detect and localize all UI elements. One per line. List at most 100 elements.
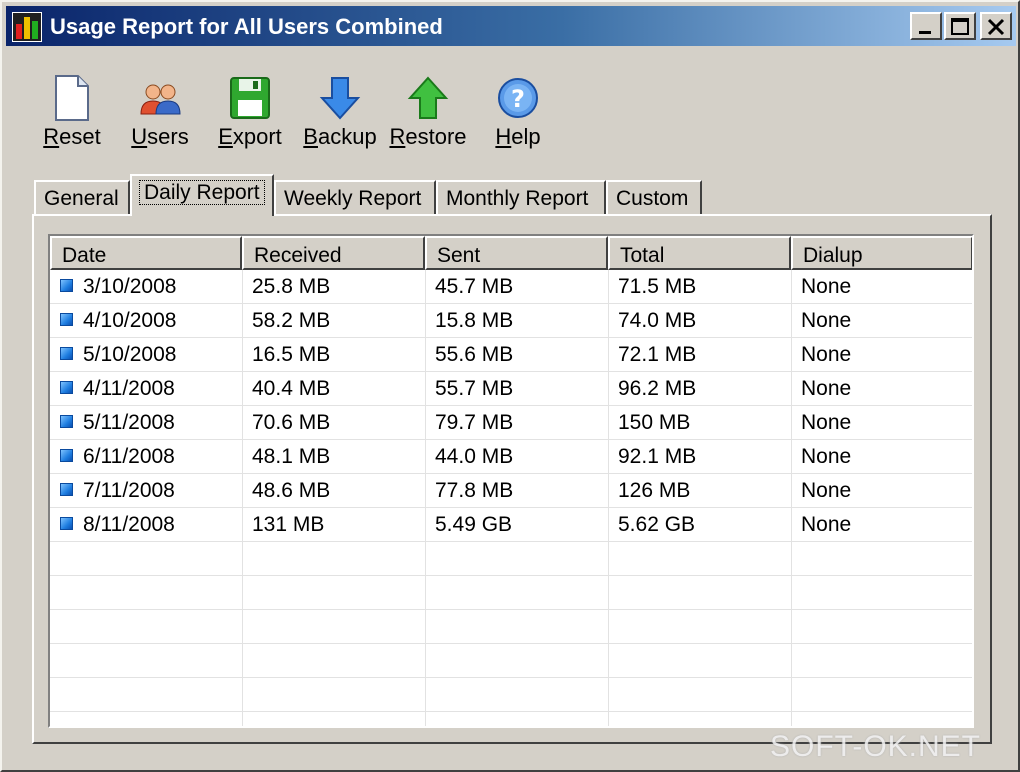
tab-general-label: General <box>44 187 119 210</box>
backup-label: ackup <box>317 124 377 149</box>
table-cell-dialup: None <box>791 440 851 474</box>
cell-text: 5/11/2008 <box>83 411 175 434</box>
table-row[interactable]: 4/10/2008 58.2 MB 15.8 MB 74.0 MB None <box>50 304 972 338</box>
cell-text: 72.1 MB <box>618 343 697 366</box>
tab-general[interactable]: General <box>34 180 130 216</box>
tab-custom[interactable]: Custom <box>606 180 702 216</box>
maximize-button[interactable] <box>944 12 976 40</box>
tab-monthly-report-label: Monthly Report <box>446 187 589 210</box>
table-cell-dialup: None <box>791 372 851 406</box>
column-header-total[interactable]: Total <box>608 236 791 270</box>
svg-text:?: ? <box>511 85 525 113</box>
title-bar[interactable]: Usage Report for All Users Combined <box>6 6 1016 46</box>
table-cell-total: 71.5 MB <box>608 270 696 304</box>
usage-table[interactable]: Date Received Sent Total Dialup 3/10/200… <box>48 234 974 728</box>
table-cell-received: 131 MB <box>242 508 324 542</box>
reset-label: eset <box>59 124 101 149</box>
table-cell-dialup: None <box>791 304 851 338</box>
table-row[interactable]: 7/11/2008 48.6 MB 77.8 MB 126 MB None <box>50 474 972 508</box>
row-bullet-icon <box>60 313 73 326</box>
cell-text: 77.8 MB <box>435 479 514 502</box>
cell-text: 3/10/2008 <box>83 275 177 298</box>
table-row[interactable]: 8/11/2008 131 MB 5.49 GB 5.62 GB None <box>50 508 972 542</box>
cell-text: 40.4 MB <box>252 377 331 400</box>
tab-daily-report-label: Daily Report <box>139 180 265 205</box>
table-cell-total: 92.1 MB <box>608 440 696 474</box>
cell-text: None <box>801 343 852 366</box>
cell-text: 131 MB <box>252 513 325 536</box>
cell-text: 92.1 MB <box>618 445 697 468</box>
backup-button[interactable]: Backup <box>300 70 380 160</box>
cell-text: 4/10/2008 <box>83 309 177 332</box>
help-label-key: H <box>495 124 512 149</box>
table-cell-sent: 77.8 MB <box>425 474 513 508</box>
arrow-up-icon <box>407 76 449 119</box>
row-bullet-icon <box>60 415 73 428</box>
table-row[interactable]: 3/10/2008 25.8 MB 45.7 MB 71.5 MB None <box>50 270 972 304</box>
table-header: Date Received Sent Total Dialup <box>50 236 972 270</box>
export-button[interactable]: Export <box>210 70 290 160</box>
table-row[interactable]: 4/11/2008 40.4 MB 55.7 MB 96.2 MB None <box>50 372 972 406</box>
table-cell-received: 48.1 MB <box>242 440 330 474</box>
table-cell-sent: 45.7 MB <box>425 270 513 304</box>
table-row <box>50 678 972 712</box>
table-cell-dialup: None <box>791 270 851 304</box>
help-button[interactable]: ? Help <box>478 70 558 160</box>
cell-text: 126 MB <box>618 479 691 502</box>
table-cell-sent: 79.7 MB <box>425 406 513 440</box>
row-bullet-icon <box>60 483 73 496</box>
row-bullet-icon <box>60 517 73 530</box>
cell-text: None <box>801 445 852 468</box>
column-header-dialup[interactable]: Dialup <box>791 236 972 270</box>
cell-text: 8/11/2008 <box>83 513 175 536</box>
restore-button[interactable]: Restore <box>388 70 468 160</box>
table-cell-date: 5/10/2008 <box>50 338 176 372</box>
cell-text: 25.8 MB <box>252 275 331 298</box>
table-cell-sent: 15.8 MB <box>425 304 513 338</box>
watermark: SOFT-OK.NET <box>770 730 982 763</box>
cell-text: None <box>801 309 852 332</box>
arrow-down-icon <box>319 77 361 120</box>
table-cell-sent: 5.49 GB <box>425 508 512 542</box>
table-row[interactable]: 6/11/2008 48.1 MB 44.0 MB 92.1 MB None <box>50 440 972 474</box>
table-cell-total: 74.0 MB <box>608 304 696 338</box>
tab-daily-report[interactable]: Daily Report <box>130 174 274 216</box>
cell-text: 79.7 MB <box>435 411 514 434</box>
maximize-icon <box>951 18 969 35</box>
minimize-button[interactable] <box>910 12 942 40</box>
table-cell-sent: 55.6 MB <box>425 338 513 372</box>
table-row[interactable]: 5/11/2008 70.6 MB 79.7 MB 150 MB None <box>50 406 972 440</box>
table-cell-received: 58.2 MB <box>242 304 330 338</box>
cell-text: None <box>801 513 852 536</box>
reset-button[interactable]: Reset <box>32 70 112 160</box>
cell-text: 48.1 MB <box>252 445 331 468</box>
cell-text: 55.7 MB <box>435 377 514 400</box>
tab-custom-label: Custom <box>616 187 689 210</box>
cell-text: 4/11/2008 <box>83 377 175 400</box>
table-cell-total: 150 MB <box>608 406 690 440</box>
bar-chart-app-icon <box>12 12 42 42</box>
table-row <box>50 576 972 610</box>
close-icon <box>987 18 1005 36</box>
table-cell-received: 16.5 MB <box>242 338 330 372</box>
users-button[interactable]: Users <box>120 70 200 160</box>
table-row[interactable]: 5/10/2008 16.5 MB 55.6 MB 72.1 MB None <box>50 338 972 372</box>
column-header-sent[interactable]: Sent <box>425 236 608 270</box>
table-cell-date: 4/10/2008 <box>50 304 176 338</box>
tab-weekly-report[interactable]: Weekly Report <box>274 180 436 216</box>
table-cell-sent: 44.0 MB <box>425 440 513 474</box>
row-bullet-icon <box>60 449 73 462</box>
tab-monthly-report[interactable]: Monthly Report <box>436 180 606 216</box>
column-header-received[interactable]: Received <box>242 236 425 270</box>
close-button[interactable] <box>980 12 1012 40</box>
cell-text: None <box>801 479 852 502</box>
cell-text: 150 MB <box>618 411 691 434</box>
window-title: Usage Report for All Users Combined <box>50 14 443 39</box>
cell-text: None <box>801 275 852 298</box>
column-header-date[interactable]: Date <box>50 236 242 270</box>
table-row <box>50 644 972 678</box>
tab-weekly-report-label: Weekly Report <box>284 187 422 210</box>
backup-label-key: B <box>303 124 318 149</box>
table-cell-dialup: None <box>791 474 851 508</box>
restore-label-key: R <box>389 124 406 149</box>
